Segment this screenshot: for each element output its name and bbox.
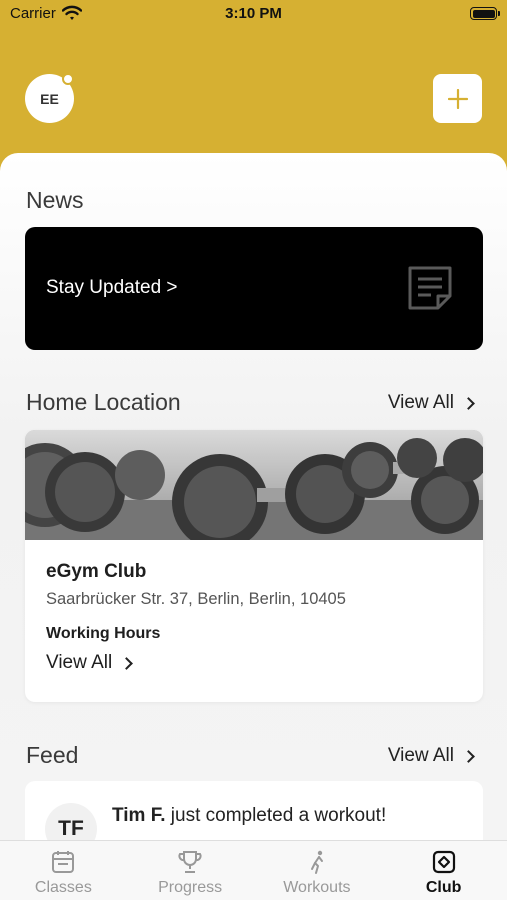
feed-user-name: Tim F.	[112, 805, 166, 826]
club-name: eGym Club	[46, 561, 147, 582]
add-button[interactable]	[433, 74, 482, 123]
tab-label: Classes	[34, 879, 92, 896]
tab-label: Workouts	[283, 879, 351, 896]
clock: 3:10 PM	[225, 5, 282, 22]
home-location-view-all-link[interactable]: View All	[387, 392, 475, 414]
news-title: News	[26, 187, 84, 213]
chevron-right-icon	[120, 656, 134, 670]
notification-dot	[62, 73, 74, 85]
tab-workouts[interactable]: Workouts	[254, 841, 381, 900]
view-all-label: View All	[46, 652, 113, 673]
content-sheet: News Stay Updated > Home Location View A…	[0, 153, 507, 853]
dumbbells-image	[25, 430, 483, 540]
tab-progress[interactable]: Progress	[127, 841, 254, 900]
avatar-initials: EE	[40, 90, 59, 107]
feed-item-text: Tim F. just completed a workout!	[112, 805, 386, 827]
tab-classes[interactable]: Classes	[0, 841, 127, 900]
plus-icon	[447, 88, 468, 109]
trophy-icon	[178, 851, 202, 873]
club-address: Saarbrücker Str. 37, Berlin, Berlin, 104…	[46, 590, 346, 608]
club-card[interactable]: eGym Club Saarbrücker Str. 37, Berlin, B…	[25, 430, 483, 702]
home-location-title: Home Location	[26, 389, 181, 415]
tab-club[interactable]: Club	[380, 841, 507, 900]
view-all-label: View All	[387, 745, 454, 766]
feed-title: Feed	[26, 742, 79, 768]
feed-view-all-link[interactable]: View All	[387, 745, 475, 767]
view-all-label: View All	[387, 392, 454, 413]
chevron-right-icon	[462, 749, 475, 763]
club-icon	[432, 850, 455, 874]
news-card[interactable]: Stay Updated >	[25, 227, 483, 350]
working-hours-view-all-link[interactable]: View All	[46, 652, 134, 674]
calendar-icon	[52, 851, 75, 873]
tab-label: Progress	[158, 879, 223, 896]
working-hours-label: Working Hours	[46, 625, 161, 642]
feed-action: just completed a workout!	[165, 805, 387, 826]
figure-icon	[310, 850, 323, 874]
status-bar: Carrier 3:10 PM	[0, 0, 507, 30]
note-icon	[408, 266, 452, 310]
feed-avatar-initials: TF	[58, 817, 84, 840]
chevron-right-icon	[462, 396, 475, 410]
battery-icon	[470, 7, 500, 20]
tab-label: Club	[425, 879, 462, 896]
tab-bar: Classes Progress Workouts Club	[0, 840, 507, 900]
club-photo	[25, 430, 483, 540]
news-card-label: Stay Updated >	[46, 277, 178, 298]
